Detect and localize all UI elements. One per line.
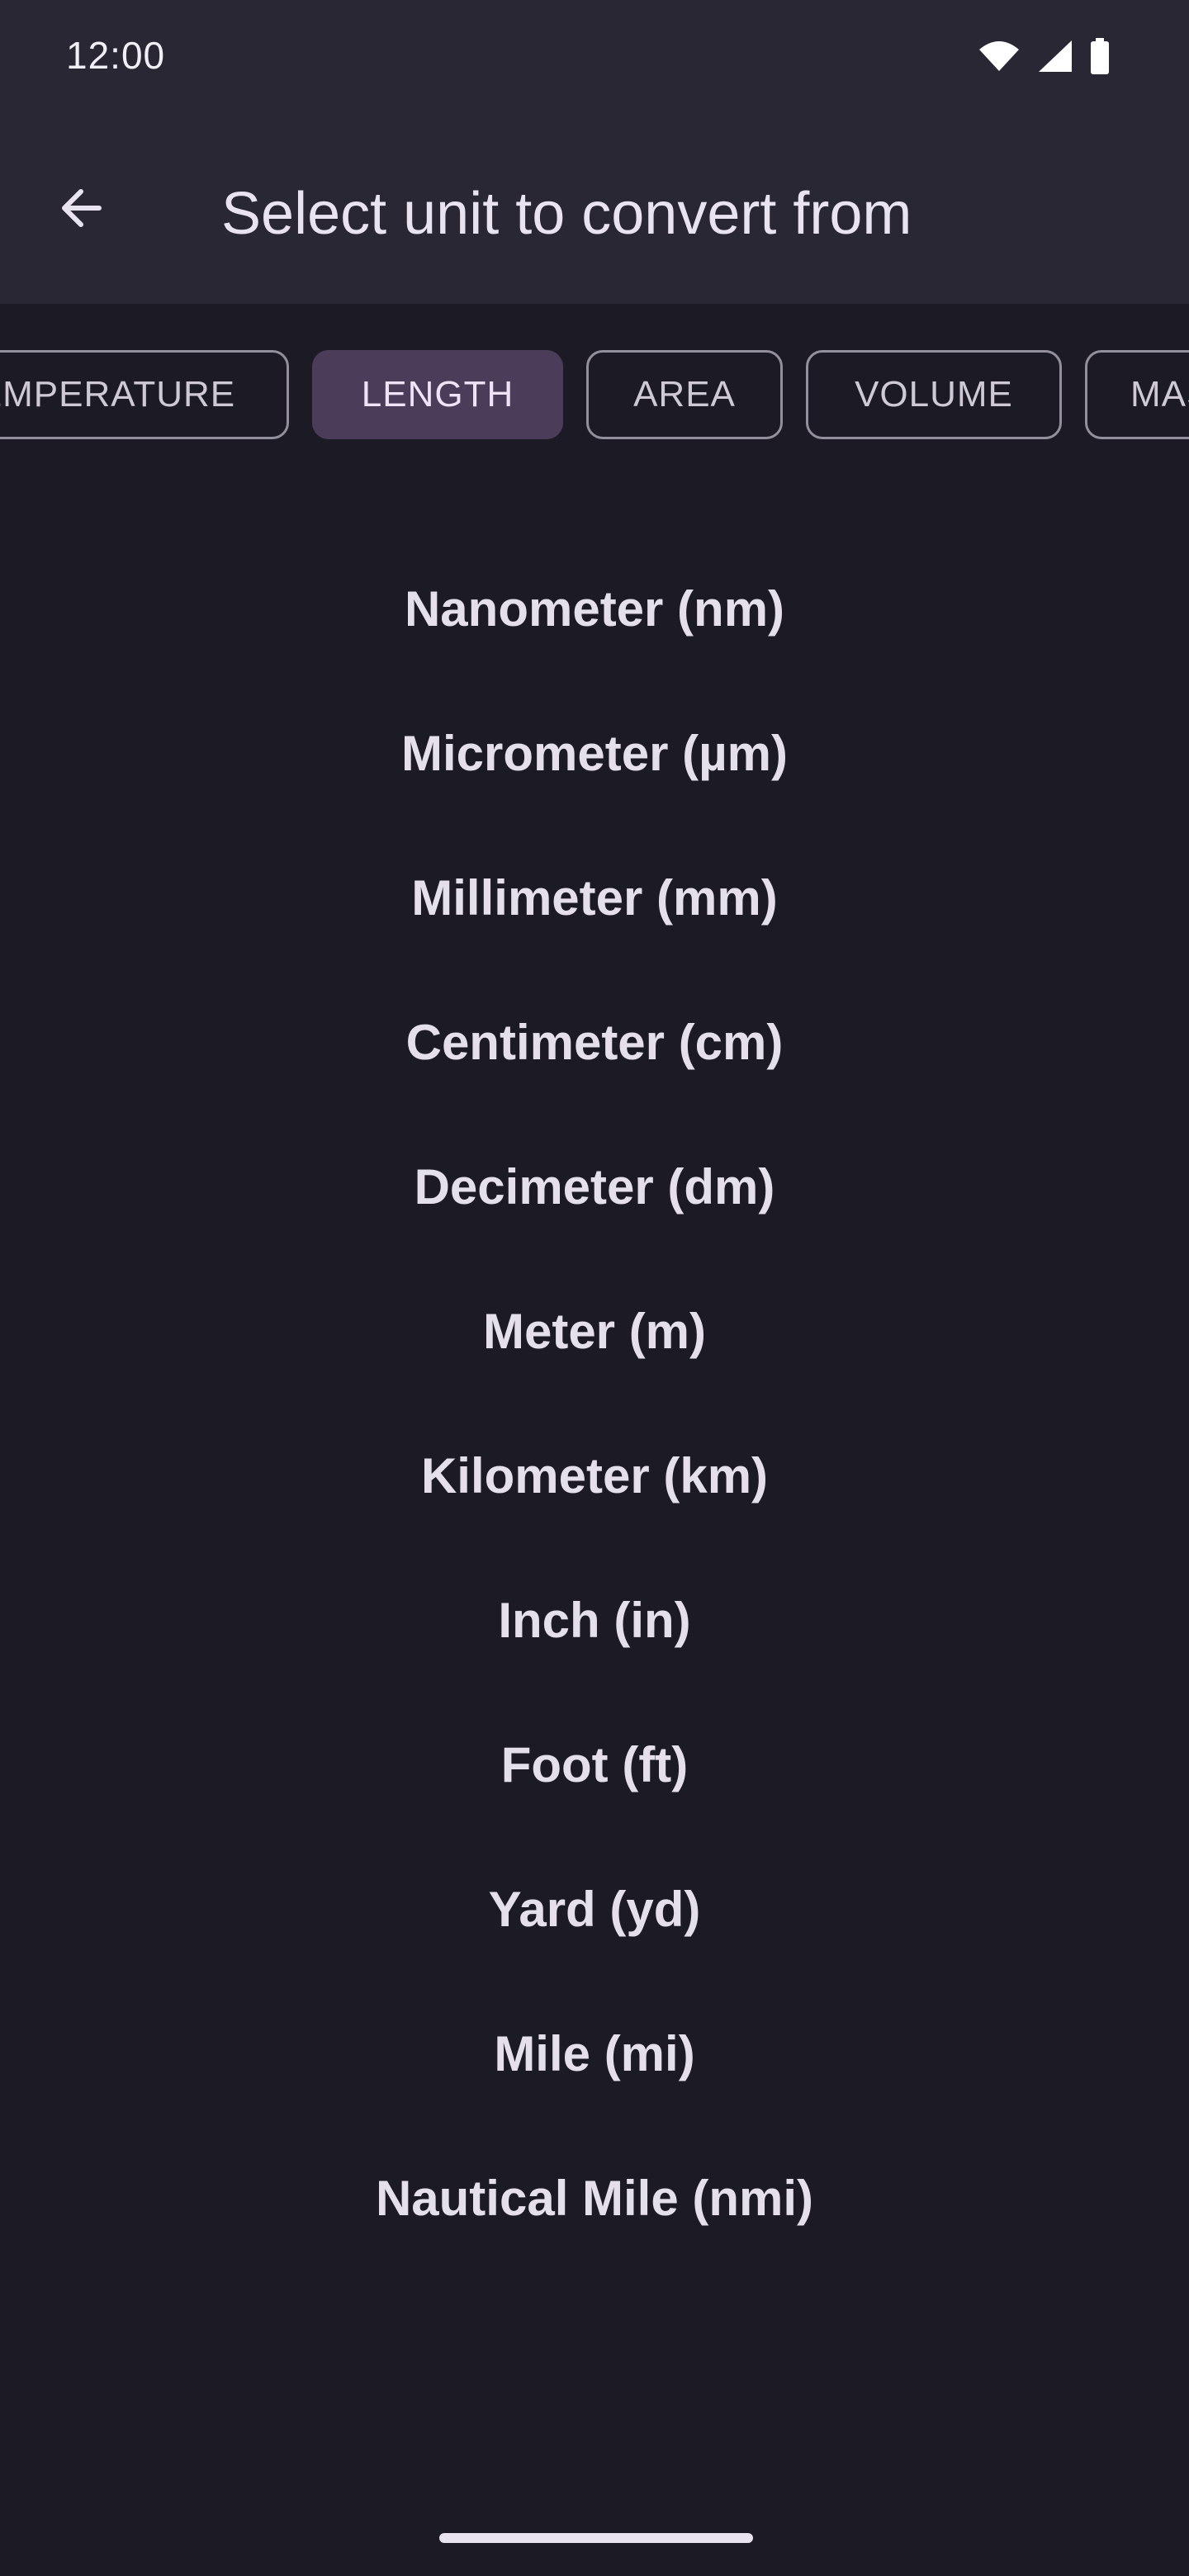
- chip-label: TEMPERATURE: [0, 374, 236, 414]
- home-indicator[interactable]: [439, 2533, 753, 2543]
- chip-area[interactable]: AREA: [586, 350, 783, 439]
- unit-item[interactable]: Mile (mi): [0, 1982, 1189, 2126]
- status-icons: [978, 38, 1110, 74]
- chip-temperature[interactable]: TEMPERATURE: [0, 350, 289, 439]
- unit-item[interactable]: Decimeter (dm): [0, 1115, 1189, 1259]
- chip-length[interactable]: LENGTH: [312, 350, 563, 439]
- wifi-icon: [978, 40, 1021, 73]
- unit-list: Nanometer (nm) Micrometer (µm) Millimete…: [0, 537, 1189, 2271]
- signal-icon: [1037, 39, 1073, 73]
- chip-label: MASS: [1130, 374, 1189, 414]
- chip-label: AREA: [633, 374, 736, 414]
- page-title: Select unit to convert from: [221, 181, 912, 247]
- unit-item[interactable]: Millimeter (mm): [0, 826, 1189, 970]
- unit-item[interactable]: Meter (m): [0, 1259, 1189, 1404]
- chip-mass[interactable]: MASS: [1085, 350, 1189, 439]
- unit-item[interactable]: Yard (yd): [0, 1837, 1189, 1982]
- unit-item[interactable]: Nanometer (nm): [0, 537, 1189, 681]
- chip-label: VOLUME: [855, 374, 1013, 414]
- status-time: 12:00: [66, 34, 166, 77]
- unit-item[interactable]: Foot (ft): [0, 1693, 1189, 1837]
- unit-item[interactable]: Nautical Mile (nmi): [0, 2126, 1189, 2271]
- back-button[interactable]: [41, 170, 121, 249]
- chip-label: LENGTH: [361, 374, 514, 414]
- unit-item[interactable]: Inch (in): [0, 1548, 1189, 1693]
- chip-volume[interactable]: VOLUME: [806, 350, 1062, 439]
- unit-item[interactable]: Micrometer (µm): [0, 681, 1189, 826]
- unit-item[interactable]: Kilometer (km): [0, 1404, 1189, 1548]
- battery-icon: [1090, 38, 1110, 74]
- arrow-left-icon: [54, 182, 107, 239]
- top-app-bar: 12:00 Select unit to convert from: [0, 0, 1189, 304]
- unit-item[interactable]: Centimeter (cm): [0, 970, 1189, 1115]
- category-chip-row[interactable]: TEMPERATURE LENGTH AREA VOLUME MASS: [0, 350, 1189, 446]
